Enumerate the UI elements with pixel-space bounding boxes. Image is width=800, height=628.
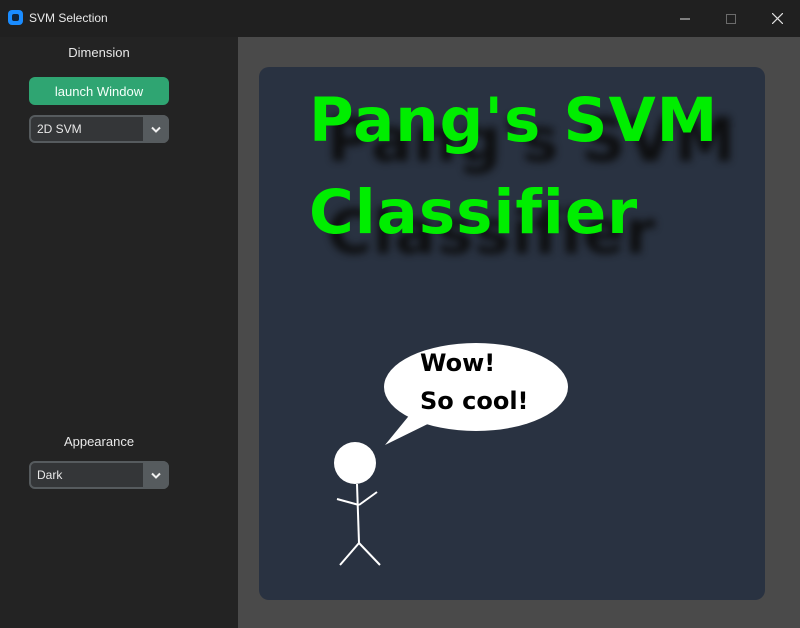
- app-icon: [8, 10, 23, 25]
- app-window: SVM Selection Dimension launch Window 2D…: [0, 0, 800, 628]
- launch-window-button[interactable]: launch Window: [29, 77, 169, 105]
- appearance-select-value: Dark: [37, 468, 63, 482]
- dimension-label: Dimension: [68, 45, 130, 60]
- chevron-down-icon: [151, 126, 161, 133]
- dimension-select-value: 2D SVM: [37, 122, 82, 136]
- stick-figure: [334, 442, 381, 566]
- appearance-label: Appearance: [63, 434, 135, 449]
- minimize-button[interactable]: [662, 0, 708, 37]
- chevron-down-icon: [151, 472, 161, 479]
- dimension-select-toggle[interactable]: [143, 115, 169, 143]
- content-area: Pang's SVM Classifier Pang's SVM Classif…: [238, 37, 800, 628]
- maximize-icon: [726, 13, 736, 24]
- dimension-select[interactable]: 2D SVM: [29, 115, 169, 143]
- appearance-select[interactable]: Dark: [29, 461, 169, 489]
- sidebar: Dimension launch Window 2D SVM Appearanc…: [0, 37, 238, 628]
- appearance-select-toggle[interactable]: [143, 461, 169, 489]
- title-bar[interactable]: SVM Selection: [0, 0, 800, 37]
- banner-image: Pang's SVM Classifier Pang's SVM Classif…: [259, 67, 765, 600]
- close-icon: [771, 13, 783, 24]
- close-button[interactable]: [754, 0, 800, 37]
- minimize-icon: [680, 18, 690, 19]
- window-title: SVM Selection: [29, 11, 108, 25]
- maximize-button[interactable]: [708, 0, 754, 37]
